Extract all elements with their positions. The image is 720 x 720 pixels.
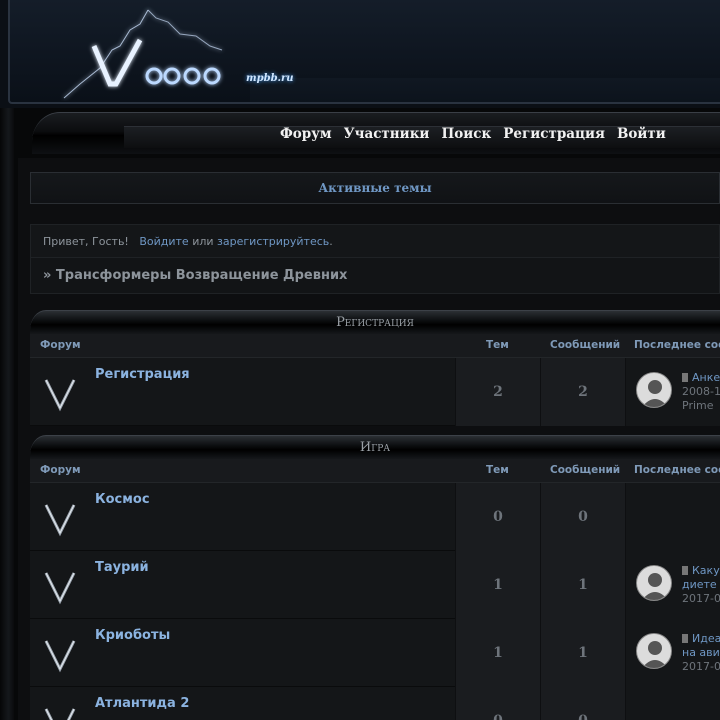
last-post-cell: Анке 2008-1 Prime xyxy=(625,358,720,426)
last-post-title-cont[interactable]: диете xyxy=(682,578,720,592)
posts-count: 0 xyxy=(540,687,625,720)
last-post-cell: Каку диете 2017-0 xyxy=(625,551,720,619)
forum-row[interactable]: Атлантида 2 0 0 xyxy=(30,687,720,720)
post-document-icon xyxy=(682,373,688,382)
forum-title-link[interactable]: Космос xyxy=(95,492,150,507)
category-header-registration[interactable]: Регистрация xyxy=(30,310,720,334)
forum-row[interactable]: Регистрация 2 2 Анке 2008-1 Prime xyxy=(30,358,720,426)
forum-title-link[interactable]: Регистрация xyxy=(95,367,190,382)
guest-greeting: Привет, Гость! Войдите или зарегистрируй… xyxy=(30,224,720,258)
topics-count: 1 xyxy=(455,551,540,619)
post-document-icon xyxy=(682,566,688,575)
category-header-game[interactable]: Игра xyxy=(30,435,720,459)
last-post-title-link[interactable]: Идеа xyxy=(692,632,720,645)
user-avatar xyxy=(636,372,672,408)
forum-row[interactable]: Таурий 1 1 Каку диете 2017-0 xyxy=(30,551,720,619)
col-last-post: Последнее соо xyxy=(634,339,720,351)
user-avatar xyxy=(636,633,672,669)
left-border-rail xyxy=(0,108,14,720)
forum-title-link[interactable]: Таурий xyxy=(95,560,149,575)
col-posts: Сообщений xyxy=(550,339,621,351)
forum-v-icon xyxy=(44,572,76,605)
user-avatar xyxy=(636,565,672,601)
voodoo-logo[interactable] xyxy=(60,6,300,101)
last-post-date: 2008-1 xyxy=(682,385,720,398)
last-post-date: 2017-0 xyxy=(682,660,720,673)
last-post-title-link[interactable]: Анке xyxy=(692,371,720,384)
topics-count: 0 xyxy=(455,483,540,551)
last-post-info: Каку диете 2017-0 xyxy=(682,564,720,606)
greeting-end: . xyxy=(329,235,333,248)
breadcrumb: » Трансформеры Возвращение Древних xyxy=(30,258,720,294)
col-last-post: Последнее соо xyxy=(634,464,720,476)
col-topics: Тем xyxy=(486,464,509,476)
column-header-row: Форум Тем Сообщений Последнее соо xyxy=(30,334,720,358)
default-avatar-icon xyxy=(642,380,668,407)
nav-search[interactable]: Поиск xyxy=(441,126,491,146)
register-link[interactable]: зарегистрируйтесь xyxy=(217,235,329,248)
nav-members[interactable]: Участники xyxy=(344,126,430,146)
topics-count: 0 xyxy=(455,687,540,720)
greeting-text: Привет, Гость! xyxy=(43,235,129,248)
topics-count: 2 xyxy=(455,358,540,426)
posts-count: 0 xyxy=(540,483,625,551)
logo-subtitle: mpbb.ru xyxy=(246,73,294,84)
col-posts: Сообщений xyxy=(550,464,621,476)
forum-row[interactable]: Криоботы 1 1 Идеа на авит 2017-0 xyxy=(30,619,720,687)
nav-login[interactable]: Войти xyxy=(617,126,666,146)
last-post-cell xyxy=(625,687,720,720)
last-post-title-link[interactable]: Каку xyxy=(692,564,720,577)
last-post-cell xyxy=(625,483,720,551)
forum-v-icon xyxy=(44,640,76,673)
default-avatar-icon xyxy=(642,573,668,600)
topics-count: 1 xyxy=(455,619,540,687)
forum-title-link[interactable]: Атлантида 2 xyxy=(95,696,189,711)
forum-v-icon xyxy=(44,504,76,537)
posts-count: 1 xyxy=(540,551,625,619)
active-topics-link[interactable]: Активные темы xyxy=(30,172,720,204)
last-post-info: Идеа на авит 2017-0 xyxy=(682,632,720,674)
col-forum: Форум xyxy=(40,464,81,476)
default-avatar-icon xyxy=(642,641,668,668)
forum-row[interactable]: Космос 0 0 xyxy=(30,483,720,551)
main-navigation: Форум Участники Поиск Регистрация Войти xyxy=(280,126,666,146)
posts-count: 1 xyxy=(540,619,625,687)
forum-v-icon xyxy=(44,708,76,720)
site-header: mpbb.ru xyxy=(0,0,720,108)
col-forum: Форум xyxy=(40,339,81,351)
posts-count: 2 xyxy=(540,358,625,426)
nav-register[interactable]: Регистрация xyxy=(503,126,605,146)
forum-title-link[interactable]: Криоботы xyxy=(95,628,170,643)
last-post-author: Prime xyxy=(682,399,714,412)
last-post-date: 2017-0 xyxy=(682,592,720,605)
nav-forum[interactable]: Форум xyxy=(280,126,332,146)
greeting-or: или xyxy=(192,235,214,248)
last-post-title-cont[interactable]: на авит xyxy=(682,646,720,660)
post-document-icon xyxy=(682,634,688,643)
last-post-cell: Идеа на авит 2017-0 xyxy=(625,619,720,687)
col-topics: Тем xyxy=(486,339,509,351)
last-post-info: Анке 2008-1 Prime xyxy=(682,371,720,413)
forum-v-icon xyxy=(44,379,76,412)
column-header-row: Форум Тем Сообщений Последнее соо xyxy=(30,459,720,483)
login-link[interactable]: Войдите xyxy=(139,235,188,248)
